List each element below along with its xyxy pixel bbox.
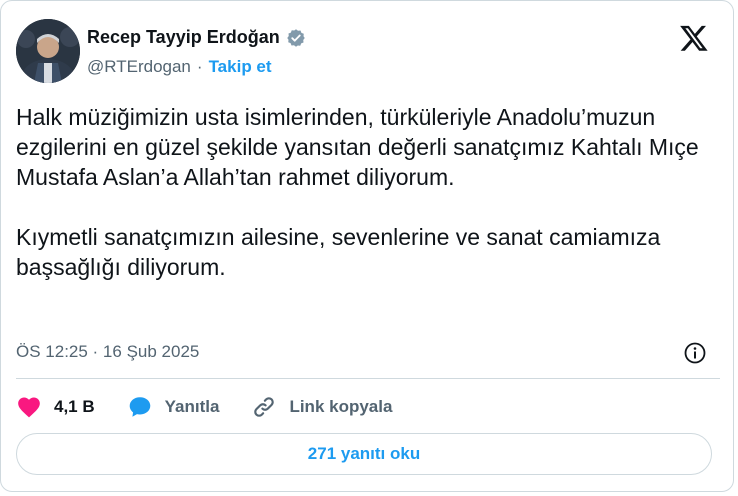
copy-link-action[interactable]: Link kopyala [251,394,392,420]
reply-action[interactable]: Yanıtla [127,394,220,420]
author-handle[interactable]: @RTErdogan [87,57,191,77]
info-icon[interactable] [683,341,707,365]
reply-label: Yanıtla [164,397,220,416]
tweet-text: Halk müziğimizin usta isimlerinden, türk… [16,102,721,282]
tweet-paragraph-2: Kıymetli sanatçımızın ailesine, sevenler… [16,224,661,280]
handle-row: @RTErdogan · Takip et [87,57,272,77]
author-name[interactable]: Recep Tayyip Erdoğan [87,27,280,48]
avatar-photo [16,19,80,83]
avatar[interactable] [16,19,80,83]
read-replies-label: 271 yanıtı oku [307,444,421,463]
separator-dot: · [196,57,203,76]
reply-bubble-icon [129,397,150,417]
follow-button[interactable]: Takip et [209,57,272,77]
read-replies-button[interactable]: 271 yanıtı oku [16,433,712,475]
x-logo-icon[interactable] [679,23,709,53]
copy-link-label: Link kopyala [289,397,393,416]
like-action[interactable]: 4,1 B [16,394,95,420]
link-icon [254,397,275,417]
author-name-row[interactable]: Recep Tayyip Erdoğan [87,27,306,48]
verified-badge-icon [286,28,305,47]
heart-icon [18,397,40,418]
divider [16,378,720,379]
like-count: 4,1 B [54,397,95,416]
tweet-paragraph-1: Halk müziğimizin usta isimlerinden, türk… [16,104,699,190]
tweet-card: Recep Tayyip Erdoğan @RTErdogan · Takip … [0,0,734,492]
action-bar: 4,1 B Yanıtla Link kopyala [16,394,424,420]
tweet-timestamp[interactable]: ÖS 12:25 · 16 Şub 2025 [16,342,199,362]
